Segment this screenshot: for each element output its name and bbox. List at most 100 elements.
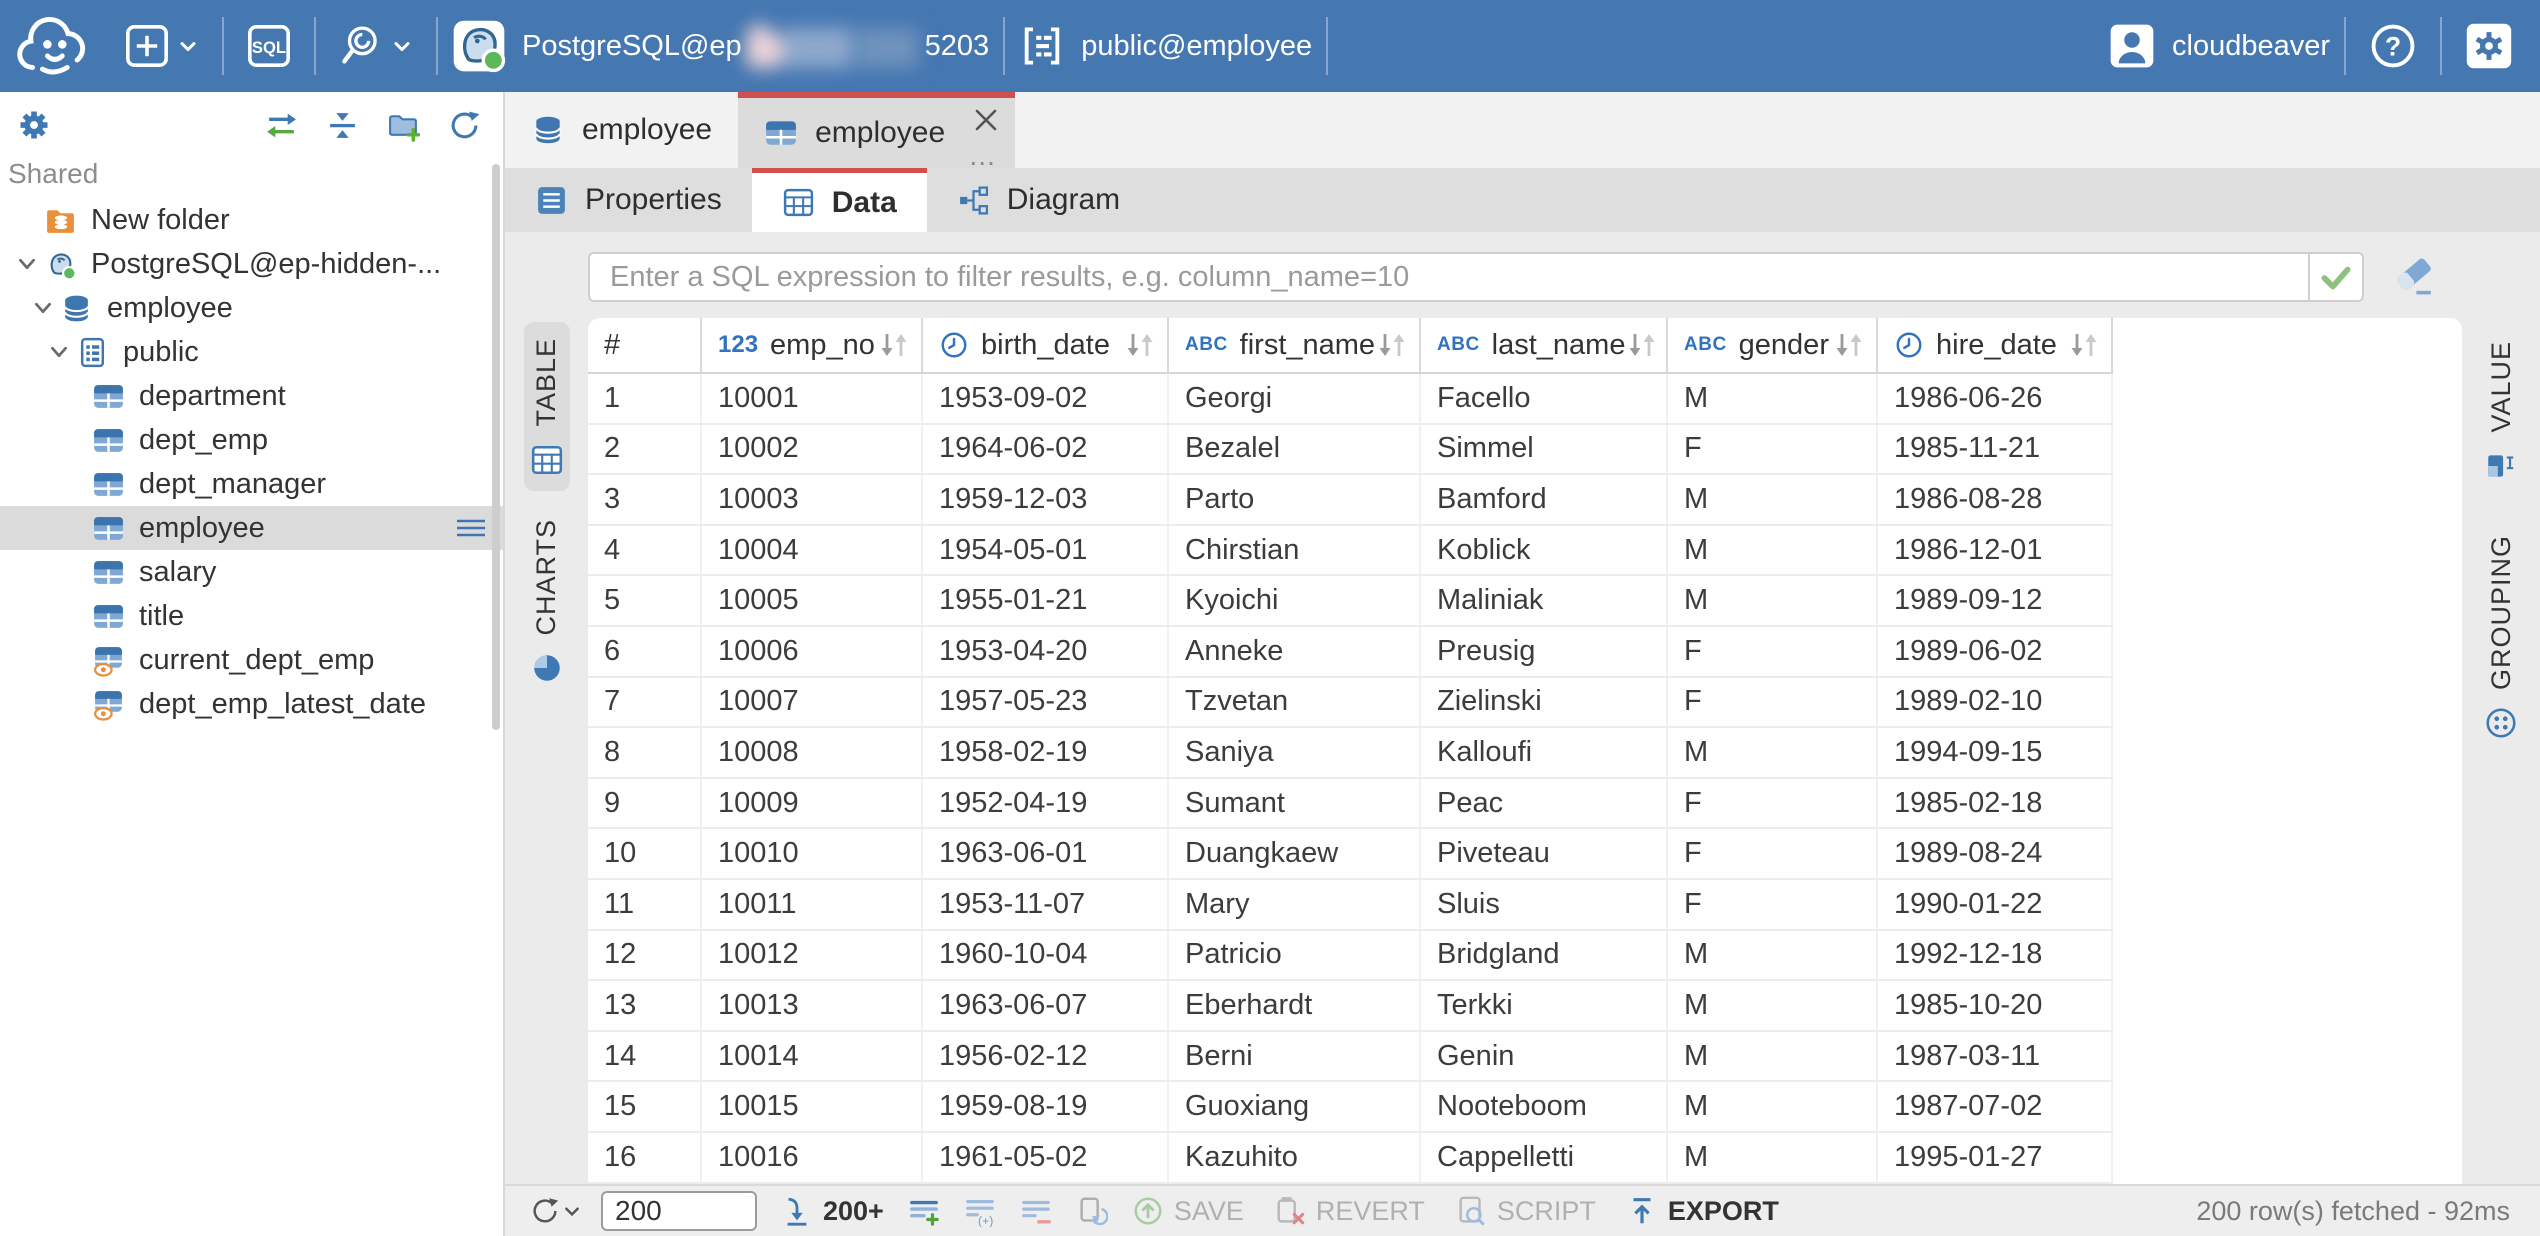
row-number[interactable]: 14 xyxy=(588,1032,702,1081)
cell-gender[interactable]: M xyxy=(1668,526,1878,575)
cell-last_name[interactable]: Peac xyxy=(1421,779,1668,828)
settings-button[interactable] xyxy=(2456,21,2522,71)
fetch-next-page-button[interactable]: 200+ xyxy=(781,1195,884,1227)
export-button[interactable]: EXPORT xyxy=(1626,1195,1779,1227)
cell-last_name[interactable]: Kalloufi xyxy=(1421,728,1668,777)
close-icon[interactable] xyxy=(973,107,999,133)
tab-employee-table[interactable]: employee … xyxy=(738,92,1015,168)
sql-editor-button[interactable]: SQL xyxy=(238,23,300,69)
cell-last_name[interactable]: Sluis xyxy=(1421,880,1668,929)
sort-icon[interactable] xyxy=(877,330,911,360)
cell-first_name[interactable]: Mary xyxy=(1169,880,1421,929)
cell-gender[interactable]: M xyxy=(1668,475,1878,524)
row-number[interactable]: 11 xyxy=(588,880,702,929)
cell-first_name[interactable]: Parto xyxy=(1169,475,1421,524)
cell-emp_no[interactable]: 10013 xyxy=(702,981,923,1030)
tree-item-department[interactable]: department xyxy=(0,374,503,418)
cell-birth_date[interactable]: 1963-06-01 xyxy=(923,829,1169,878)
column-header-first_name[interactable]: ABCfirst_name xyxy=(1169,318,1421,372)
cell-emp_no[interactable]: 10009 xyxy=(702,779,923,828)
cell-hire_date[interactable]: 1987-07-02 xyxy=(1878,1082,2113,1131)
tree-item-dept-emp-latest-date[interactable]: dept_emp_latest_date xyxy=(0,682,503,726)
auto-refresh-icon[interactable] xyxy=(1076,1195,1108,1227)
cell-birth_date[interactable]: 1958-02-19 xyxy=(923,728,1169,777)
tree-item-dept-emp[interactable]: dept_emp xyxy=(0,418,503,462)
hamburger-menu-icon[interactable] xyxy=(455,513,487,543)
tab-more-indicator[interactable]: … xyxy=(968,146,999,166)
cell-emp_no[interactable]: 10010 xyxy=(702,829,923,878)
cell-birth_date[interactable]: 1953-09-02 xyxy=(923,374,1169,423)
sort-icon[interactable] xyxy=(2067,330,2101,360)
tree-item-salary[interactable]: salary xyxy=(0,550,503,594)
cell-hire_date[interactable]: 1990-01-22 xyxy=(1878,880,2113,929)
cell-first_name[interactable]: Anneke xyxy=(1169,627,1421,676)
cell-first_name[interactable]: Georgi xyxy=(1169,374,1421,423)
page-size-input[interactable] xyxy=(601,1191,757,1231)
cell-hire_date[interactable]: 1995-01-27 xyxy=(1878,1133,2113,1182)
cell-hire_date[interactable]: 1985-10-20 xyxy=(1878,981,2113,1030)
cell-birth_date[interactable]: 1954-05-01 xyxy=(923,526,1169,575)
cell-first_name[interactable]: Chirstian xyxy=(1169,526,1421,575)
sync-arrows-icon[interactable] xyxy=(265,109,298,142)
cell-emp_no[interactable]: 10016 xyxy=(702,1133,923,1182)
cell-last_name[interactable]: Bamford xyxy=(1421,475,1668,524)
refresh-results-button[interactable] xyxy=(529,1195,581,1227)
cell-gender[interactable]: F xyxy=(1668,880,1878,929)
cell-emp_no[interactable]: 10007 xyxy=(702,678,923,727)
sort-icon[interactable] xyxy=(1625,330,1659,360)
cell-last_name[interactable]: Koblick xyxy=(1421,526,1668,575)
tab-properties[interactable]: Properties xyxy=(505,168,752,232)
cell-birth_date[interactable]: 1960-10-04 xyxy=(923,931,1169,980)
tree-item-public[interactable]: public xyxy=(0,330,503,374)
cell-first_name[interactable]: Bezalel xyxy=(1169,425,1421,474)
column-header-last_name[interactable]: ABClast_name xyxy=(1421,318,1668,372)
cell-birth_date[interactable]: 1959-08-19 xyxy=(923,1082,1169,1131)
cell-emp_no[interactable]: 10006 xyxy=(702,627,923,676)
cell-emp_no[interactable]: 10012 xyxy=(702,931,923,980)
cell-emp_no[interactable]: 10002 xyxy=(702,425,923,474)
row-number[interactable]: 5 xyxy=(588,576,702,625)
cell-birth_date[interactable]: 1957-05-23 xyxy=(923,678,1169,727)
collapse-all-icon[interactable] xyxy=(326,109,359,142)
new-object-button[interactable] xyxy=(116,23,208,69)
cell-hire_date[interactable]: 1989-06-02 xyxy=(1878,627,2113,676)
cell-first_name[interactable]: Kyoichi xyxy=(1169,576,1421,625)
cell-birth_date[interactable]: 1956-02-12 xyxy=(923,1032,1169,1081)
cell-birth_date[interactable]: 1953-04-20 xyxy=(923,627,1169,676)
apply-filter-button[interactable] xyxy=(2308,254,2362,300)
delete-row-icon[interactable] xyxy=(1020,1195,1052,1227)
cell-last_name[interactable]: Simmel xyxy=(1421,425,1668,474)
row-number[interactable]: 2 xyxy=(588,425,702,474)
cell-emp_no[interactable]: 10008 xyxy=(702,728,923,777)
cell-birth_date[interactable]: 1961-05-02 xyxy=(923,1133,1169,1182)
cell-gender[interactable]: M xyxy=(1668,1082,1878,1131)
tree-item-new-folder[interactable]: New folder xyxy=(0,198,503,242)
cell-hire_date[interactable]: 1987-03-11 xyxy=(1878,1032,2113,1081)
cell-emp_no[interactable]: 10015 xyxy=(702,1082,923,1131)
cell-first_name[interactable]: Tzvetan xyxy=(1169,678,1421,727)
row-number[interactable]: 9 xyxy=(588,779,702,828)
script-button[interactable]: SCRIPT xyxy=(1455,1195,1596,1227)
row-number[interactable]: 8 xyxy=(588,728,702,777)
cell-gender[interactable]: M xyxy=(1668,728,1878,777)
cell-hire_date[interactable]: 1992-12-18 xyxy=(1878,931,2113,980)
tab-charts-presentation[interactable]: CHARTS xyxy=(524,503,570,700)
user-menu[interactable]: cloudbeaver xyxy=(2108,22,2330,70)
refresh-icon[interactable] xyxy=(448,109,481,142)
row-number[interactable]: 13 xyxy=(588,981,702,1030)
cell-hire_date[interactable]: 1986-08-28 xyxy=(1878,475,2113,524)
cell-hire_date[interactable]: 1985-11-21 xyxy=(1878,425,2113,474)
cell-birth_date[interactable]: 1964-06-02 xyxy=(923,425,1169,474)
row-number[interactable]: 16 xyxy=(588,1133,702,1182)
cell-gender[interactable]: F xyxy=(1668,678,1878,727)
cell-hire_date[interactable]: 1986-12-01 xyxy=(1878,526,2113,575)
sort-icon[interactable] xyxy=(1375,330,1409,360)
tree-item-employee[interactable]: employee xyxy=(0,506,503,550)
cell-birth_date[interactable]: 1963-06-07 xyxy=(923,981,1169,1030)
cell-birth_date[interactable]: 1955-01-21 xyxy=(923,576,1169,625)
cell-gender[interactable]: M xyxy=(1668,1133,1878,1182)
cell-first_name[interactable]: Guoxiang xyxy=(1169,1082,1421,1131)
cell-hire_date[interactable]: 1989-09-12 xyxy=(1878,576,2113,625)
cell-birth_date[interactable]: 1959-12-03 xyxy=(923,475,1169,524)
sidebar-scrollbar[interactable] xyxy=(492,164,500,730)
